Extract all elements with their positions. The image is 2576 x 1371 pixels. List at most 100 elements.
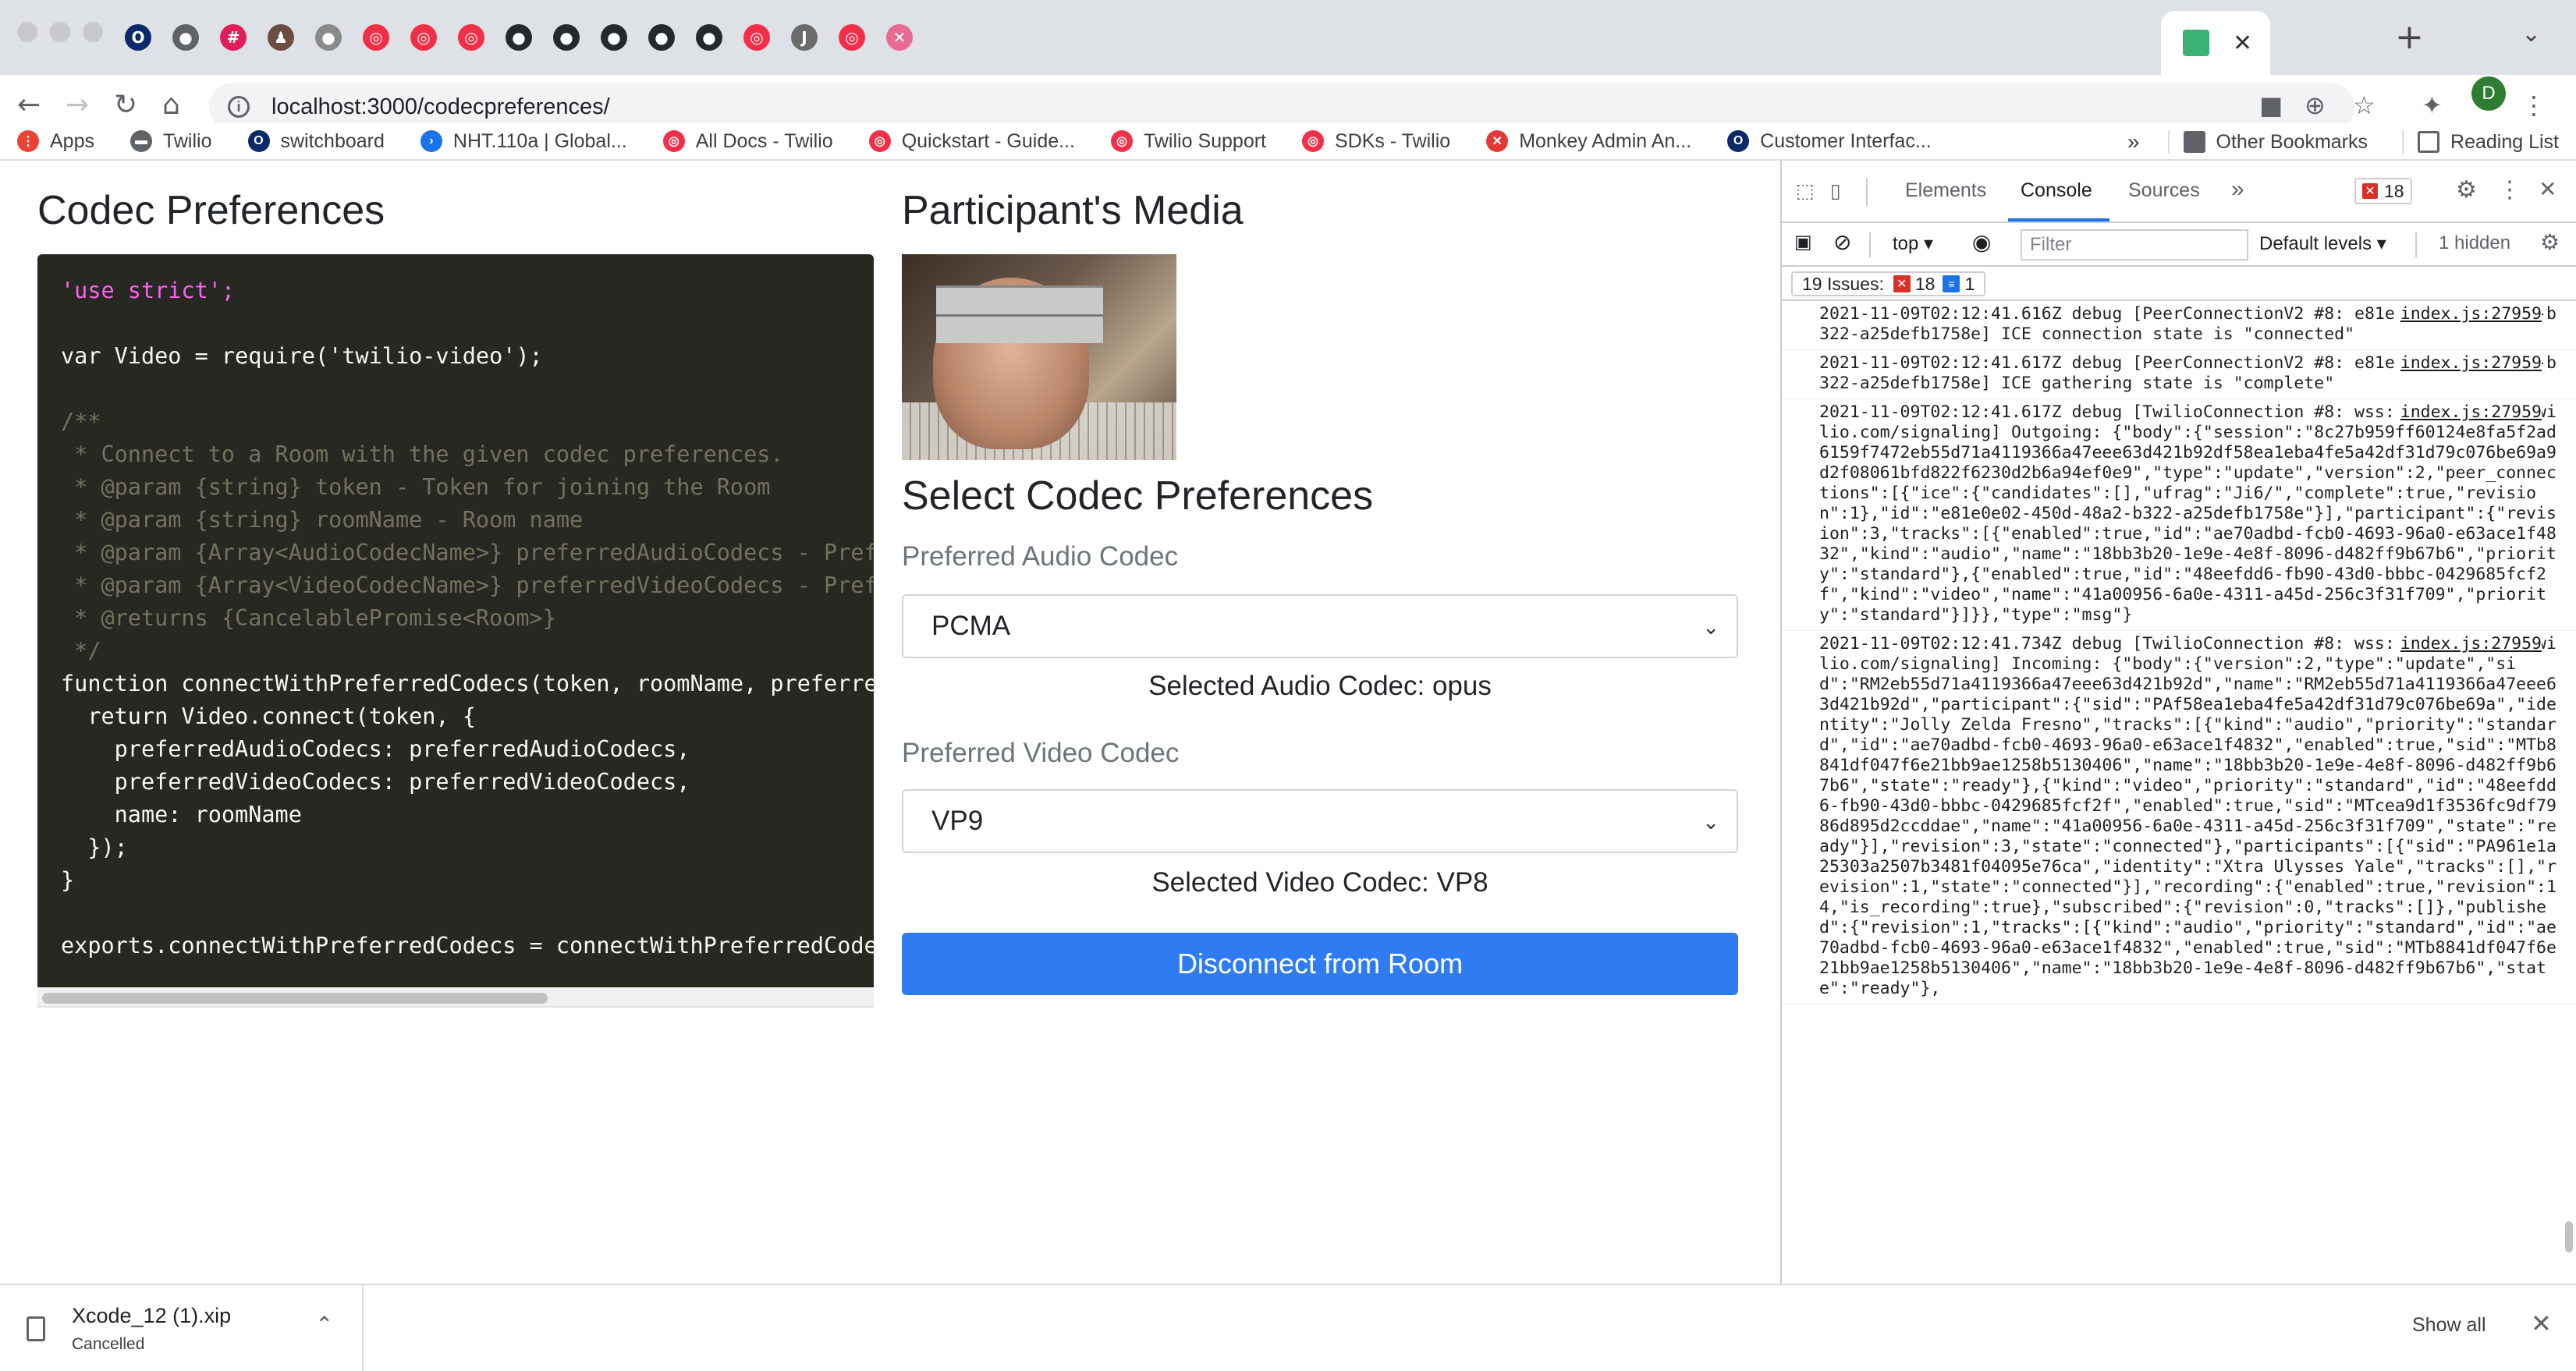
- issues-button[interactable]: 19 Issues: ✕ 18 ≡ 1: [1791, 271, 1986, 296]
- download-item[interactable]: Xcode_12 (1).xip Cancelled ⌃: [0, 1285, 364, 1371]
- reload-icon[interactable]: ↻: [114, 89, 137, 121]
- bookmark-item[interactable]: ◎ All Docs - Twilio: [662, 130, 833, 153]
- home-icon[interactable]: ⌂: [162, 89, 180, 121]
- switchboard-icon: O: [247, 130, 270, 152]
- log-source-link[interactable]: index.js:27959: [2395, 353, 2542, 374]
- bandage-icon[interactable]: ✕: [886, 24, 913, 51]
- clear-console-icon[interactable]: ⊘: [1833, 229, 1851, 255]
- show-all-downloads-button[interactable]: Show all: [2395, 1301, 2503, 1349]
- error-count: 18: [2384, 180, 2404, 201]
- reading-list[interactable]: Reading List: [2418, 131, 2559, 154]
- twilio-icon[interactable]: ◎: [839, 24, 865, 51]
- bookmark-label: Twilio: [162, 129, 212, 152]
- opera-icon[interactable]: O: [125, 24, 151, 51]
- bookmark-item[interactable]: › NHT.110a | Global...: [420, 130, 627, 153]
- more-tabs-icon[interactable]: »: [2231, 176, 2244, 203]
- disconnect-button[interactable]: Disconnect from Room: [902, 933, 1738, 995]
- close-window-button[interactable]: [17, 22, 37, 42]
- jira-icon[interactable]: J: [791, 24, 818, 51]
- back-arrow-icon[interactable]: ←: [17, 89, 41, 121]
- audio-codec-label: Preferred Audio Codec: [902, 541, 1179, 572]
- log-source-link[interactable]: index.js:27959: [2395, 634, 2542, 654]
- twilio-icon[interactable]: ◎: [410, 24, 437, 51]
- zoom-window-button[interactable]: [83, 22, 103, 42]
- new-tab-button[interactable]: +: [2395, 17, 2424, 57]
- twilio-icon: ◎: [662, 130, 685, 152]
- log-levels-label: Default levels: [2259, 233, 2372, 254]
- bookmark-label: switchboard: [280, 129, 385, 152]
- zoom-icon[interactable]: ⊕: [2305, 90, 2326, 120]
- devtools-menu-icon[interactable]: ⋮: [2498, 176, 2521, 204]
- tab-console[interactable]: Console: [2021, 179, 2092, 202]
- console-settings-gear-icon[interactable]: ⚙: [2540, 229, 2560, 255]
- github-icon[interactable]: ●: [553, 24, 580, 51]
- tab-sources[interactable]: Sources: [2128, 179, 2200, 202]
- twilio-icon[interactable]: ◎: [363, 24, 389, 51]
- bookmark-item[interactable]: ◎ Twilio Support: [1110, 130, 1266, 153]
- close-devtools-icon[interactable]: ✕: [2539, 176, 2556, 202]
- code-scroll-thumb[interactable]: [42, 993, 548, 1004]
- close-shelf-icon[interactable]: ✕: [2531, 1309, 2552, 1338]
- github-icon[interactable]: ●: [648, 24, 675, 51]
- eye-icon[interactable]: ◉: [1972, 229, 1991, 255]
- audio-codec-select[interactable]: PCMA ⌄: [902, 594, 1738, 658]
- bookmark-item[interactable]: ◎ Quickstart - Guide...: [868, 130, 1075, 153]
- globe-icon[interactable]: ●: [172, 24, 199, 51]
- settings-gear-icon[interactable]: ⚙: [2456, 176, 2477, 204]
- context-selector[interactable]: top ▾: [1893, 232, 1933, 255]
- log-source-link[interactable]: index.js:27959: [2395, 304, 2542, 324]
- browser-menu-icon[interactable]: ⋮: [2521, 90, 2546, 120]
- bookmark-item[interactable]: ⋮ Apps: [17, 130, 94, 153]
- forward-arrow-icon[interactable]: →: [66, 89, 89, 121]
- github-icon[interactable]: ●: [506, 24, 532, 51]
- device-toolbar-icon[interactable]: ▯: [1830, 179, 1841, 202]
- minimize-window-button[interactable]: [50, 22, 70, 42]
- code-line: preferredVideoCodecs: preferredVideoCode…: [61, 769, 690, 795]
- bookmark-item[interactable]: ◎ SDKs - Twilio: [1302, 130, 1450, 153]
- sidebar-toggle-icon[interactable]: ▣: [1794, 231, 1812, 253]
- bookmark-item[interactable]: O Customer Interfac...: [1727, 130, 1932, 153]
- url-text[interactable]: localhost:3000/codecpreferences/: [271, 94, 610, 120]
- close-tab-icon[interactable]: ✕: [2233, 30, 2252, 57]
- folder-icon: [2183, 131, 2205, 153]
- site-info-icon[interactable]: i: [228, 96, 250, 118]
- code-line: * @param {Array<AudioCodecName>} preferr…: [61, 540, 874, 565]
- inspect-element-icon[interactable]: ⬚: [1796, 179, 1815, 202]
- person-icon[interactable]: ♟: [268, 24, 294, 51]
- chevron-down-icon: ⌄: [1702, 616, 1719, 639]
- tab-elements[interactable]: Elements: [1905, 179, 1986, 202]
- bookmark-item[interactable]: Oswitchboard: [247, 129, 385, 153]
- bookmarks-overflow-icon[interactable]: »: [2127, 129, 2140, 154]
- camera-icon[interactable]: ■: [2259, 90, 2283, 120]
- twilio-icon[interactable]: ◎: [743, 24, 770, 51]
- bookmark-item[interactable]: ▬ Twilio: [130, 130, 212, 153]
- console-scrollbar[interactable]: [2562, 301, 2576, 1284]
- video-codec-select[interactable]: VP9 ⌄: [902, 789, 1738, 853]
- toolbar-divider: [2415, 232, 2417, 257]
- console-message: index.js:27959 2021-11-09T02:12:41.617Z d…: [1782, 399, 2576, 631]
- info-message-icon: ≡: [1943, 275, 1960, 292]
- tab-search-chevron-icon[interactable]: ⌄: [2521, 20, 2541, 48]
- log-source-link[interactable]: index.js:27959: [2395, 402, 2542, 423]
- bookmark-item[interactable]: ✕ Monkey Admin An...: [1486, 130, 1691, 153]
- code-horizontal-scrollbar[interactable]: [37, 987, 874, 1008]
- apple-icon[interactable]: ●: [315, 24, 342, 51]
- error-icon: ✕: [1893, 275, 1911, 292]
- active-tab[interactable]: ✕: [2161, 11, 2270, 75]
- error-count-badge[interactable]: ✕ 18: [2354, 178, 2412, 204]
- github-icon[interactable]: ●: [696, 24, 722, 51]
- issues-info-count: 1: [1964, 273, 1975, 294]
- other-bookmarks[interactable]: Other Bookmarks: [2183, 131, 2368, 154]
- console-filter-input[interactable]: Filter: [2021, 229, 2248, 260]
- bookmark-star-icon[interactable]: ☆: [2353, 90, 2376, 120]
- twilio-icon[interactable]: ◎: [458, 24, 484, 51]
- github-icon[interactable]: ●: [601, 24, 627, 51]
- slack-icon[interactable]: #: [220, 24, 247, 51]
- console-scroll-thumb[interactable]: [2565, 1221, 2573, 1252]
- log-levels-dropdown[interactable]: Default levels ▾: [2259, 232, 2386, 255]
- extensions-puzzle-icon[interactable]: ✦: [2422, 90, 2443, 120]
- profile-avatar[interactable]: D: [2471, 76, 2506, 111]
- chevron-up-icon[interactable]: ⌃: [315, 1312, 333, 1337]
- apps-grid-icon: ⋮: [17, 130, 39, 152]
